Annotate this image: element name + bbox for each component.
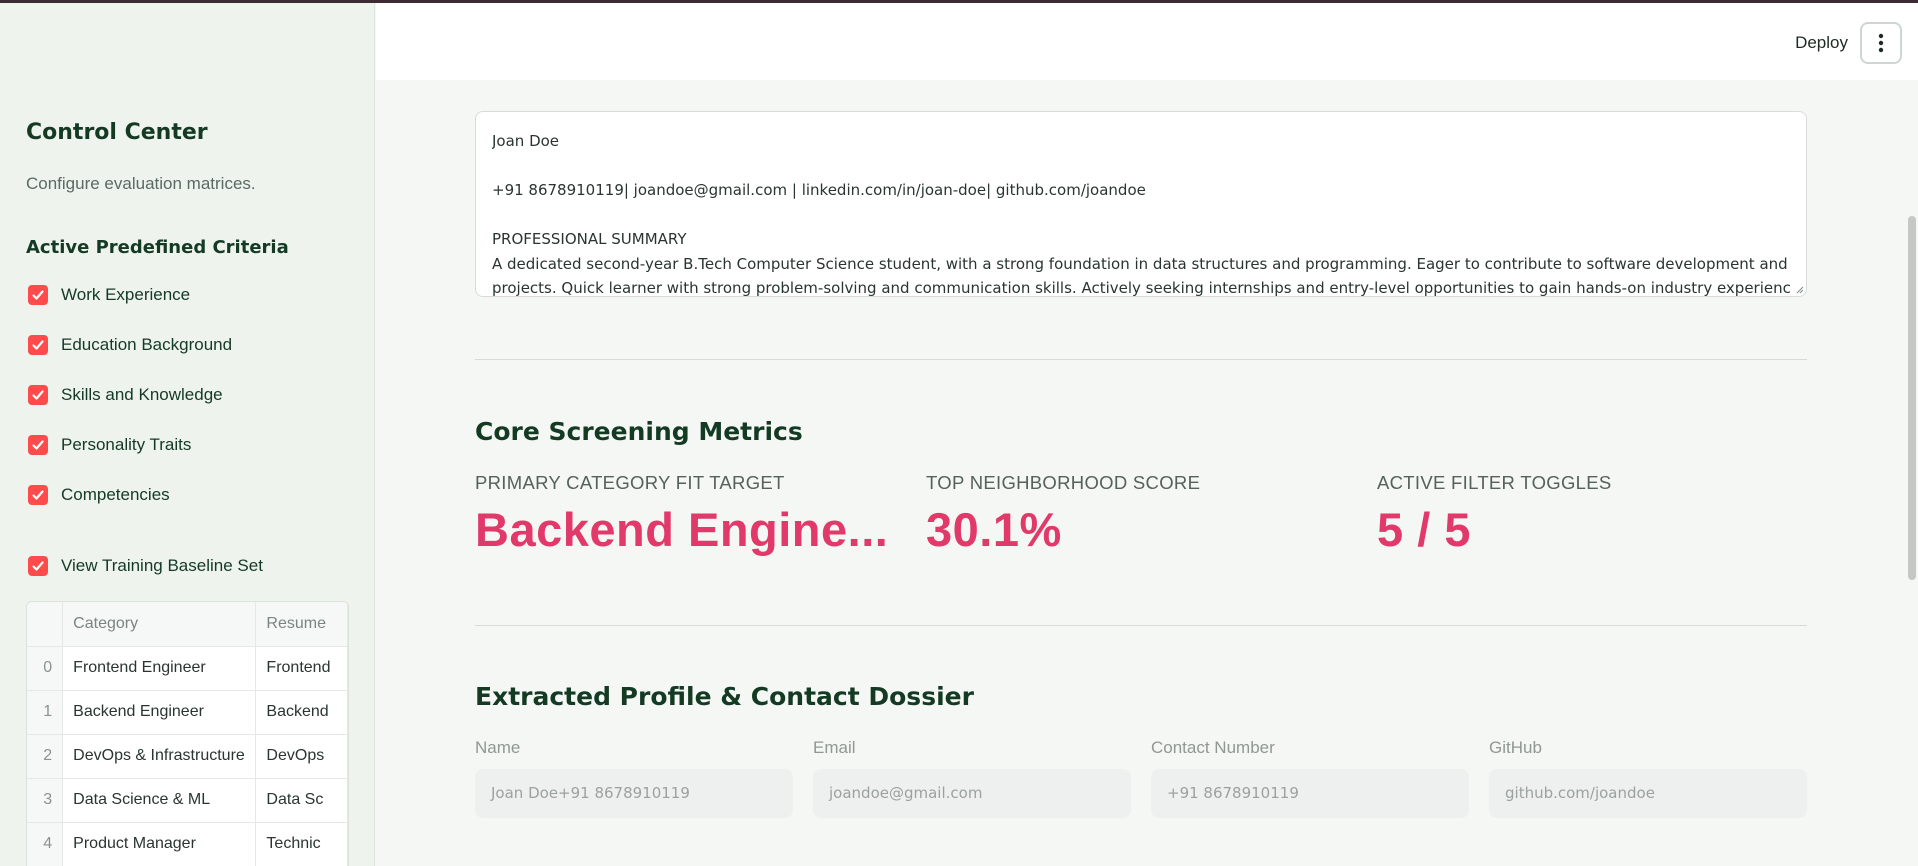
checkbox-label: Skills and Knowledge (61, 385, 223, 404)
resize-handle-icon[interactable] (1794, 284, 1804, 294)
checkbox-checked-icon[interactable] (28, 485, 48, 505)
checkbox-view-training-baseline[interactable]: View Training Baseline Set (28, 556, 263, 576)
criteria-section-title: Active Predefined Criteria (26, 237, 289, 258)
baseline-table: Category Resume 0 Frontend Engineer Fron… (27, 602, 348, 866)
field-label: GitHub (1489, 738, 1542, 757)
table-row[interactable]: 1 Backend Engineer Backend (27, 690, 348, 735)
table-row[interactable]: 3 Data Science & ML Data Sc (27, 778, 348, 823)
checkbox-checked-icon[interactable] (28, 556, 48, 576)
profile-section-title: Extracted Profile & Contact Dossier (475, 682, 974, 711)
metric-label: ACTIVE FILTER TOGGLES (1377, 472, 1612, 493)
row-index: 4 (27, 822, 64, 866)
deploy-button[interactable]: Deploy (1795, 33, 1848, 53)
metric-value-filter-toggles: 5 / 5 (1377, 503, 1471, 556)
app-header: Deploy (376, 3, 1918, 80)
checkbox-checked-icon[interactable] (28, 385, 48, 405)
field-label: Email (813, 738, 856, 757)
metric-label: PRIMARY CATEGORY FIT TARGET (475, 472, 785, 493)
table-header-row: Category Resume (27, 602, 348, 647)
resume-cell[interactable]: Data Sc (255, 778, 348, 823)
checkbox-education-background[interactable]: Education Background (28, 335, 232, 355)
checkbox-label: Personality Traits (61, 435, 192, 454)
metric-value-category-fit: Backend Engine... (475, 503, 889, 556)
table-row[interactable]: 2 DevOps & Infrastructure DevOps (27, 734, 348, 779)
row-index: 0 (27, 646, 64, 691)
checkbox-checked-icon[interactable] (28, 335, 48, 355)
resume-line: projects. Quick learner with strong prob… (492, 279, 1790, 297)
resume-cell[interactable]: Technic (255, 822, 348, 866)
resume-line: +91 8678910119| joandoe@gmail.com | link… (492, 181, 1146, 199)
checkbox-personality-traits[interactable]: Personality Traits (28, 435, 191, 455)
category-cell[interactable]: Backend Engineer (62, 690, 257, 735)
checkbox-label: Competencies (61, 485, 170, 504)
main-menu-button[interactable] (1860, 22, 1902, 64)
baseline-dataframe[interactable]: Category Resume 0 Frontend Engineer Fron… (26, 601, 349, 866)
resume-cell[interactable]: Frontend (255, 646, 348, 691)
metric-label: TOP NEIGHBORHOOD SCORE (926, 472, 1201, 493)
checkbox-checked-icon[interactable] (28, 435, 48, 455)
resume-line: PROFESSIONAL SUMMARY (492, 230, 687, 248)
field-label: Contact Number (1151, 738, 1275, 757)
name-field[interactable]: Joan Doe+91 8678910119 (475, 769, 793, 818)
resume-line (492, 203, 1790, 228)
more-vertical-icon (1878, 33, 1884, 53)
resume-line: Joan Doe (492, 132, 560, 150)
sidebar: Control Center Configure evaluation matr… (0, 3, 375, 866)
category-cell[interactable]: Data Science & ML (62, 778, 257, 823)
checkbox-work-experience[interactable]: Work Experience (28, 285, 190, 305)
checkbox-label: Education Background (61, 335, 233, 354)
checkbox-checked-icon[interactable] (28, 285, 48, 305)
divider (475, 359, 1807, 360)
index-column-header (27, 602, 64, 647)
category-column-header[interactable]: Category (62, 602, 257, 647)
row-index: 3 (27, 778, 64, 823)
github-field[interactable]: github.com/joandoe (1489, 769, 1807, 818)
resume-line: A dedicated second-year B.Tech Computer … (492, 254, 1790, 273)
sidebar-title: Control Center (26, 120, 208, 145)
table-row[interactable]: 4 Product Manager Technic (27, 822, 348, 866)
category-cell[interactable]: Product Manager (62, 822, 257, 866)
metric-value-neighborhood-score: 30.1% (926, 503, 1062, 556)
checkbox-competencies[interactable]: Competencies (28, 485, 170, 505)
field-label: Name (475, 738, 521, 757)
checkbox-label: View Training Baseline Set (61, 556, 263, 575)
divider (475, 625, 1807, 626)
resume-textarea[interactable]: Joan Doe +91 8678910119| joandoe@gmail.c… (475, 111, 1807, 297)
resume-cell[interactable]: DevOps (255, 734, 348, 779)
metrics-section-title: Core Screening Metrics (475, 417, 803, 446)
sidebar-subtitle: Configure evaluation matrices. (26, 174, 256, 193)
main-scrollbar[interactable] (1908, 216, 1916, 580)
category-cell[interactable]: DevOps & Infrastructure (62, 734, 257, 779)
checkbox-label: Work Experience (61, 285, 191, 304)
resume-cell[interactable]: Backend (255, 690, 348, 735)
category-cell[interactable]: Frontend Engineer (62, 646, 257, 691)
table-row[interactable]: 0 Frontend Engineer Frontend (27, 646, 348, 691)
resume-column-header[interactable]: Resume (255, 602, 348, 647)
top-accent-bar (0, 0, 1918, 3)
row-index: 2 (27, 734, 64, 779)
row-index: 1 (27, 690, 64, 735)
checkbox-skills-and-knowledge[interactable]: Skills and Knowledge (28, 385, 223, 405)
email-field[interactable]: joandoe@gmail.com (813, 769, 1131, 818)
contact-number-field[interactable]: +91 8678910119 (1151, 769, 1469, 818)
resume-line (492, 154, 1790, 179)
